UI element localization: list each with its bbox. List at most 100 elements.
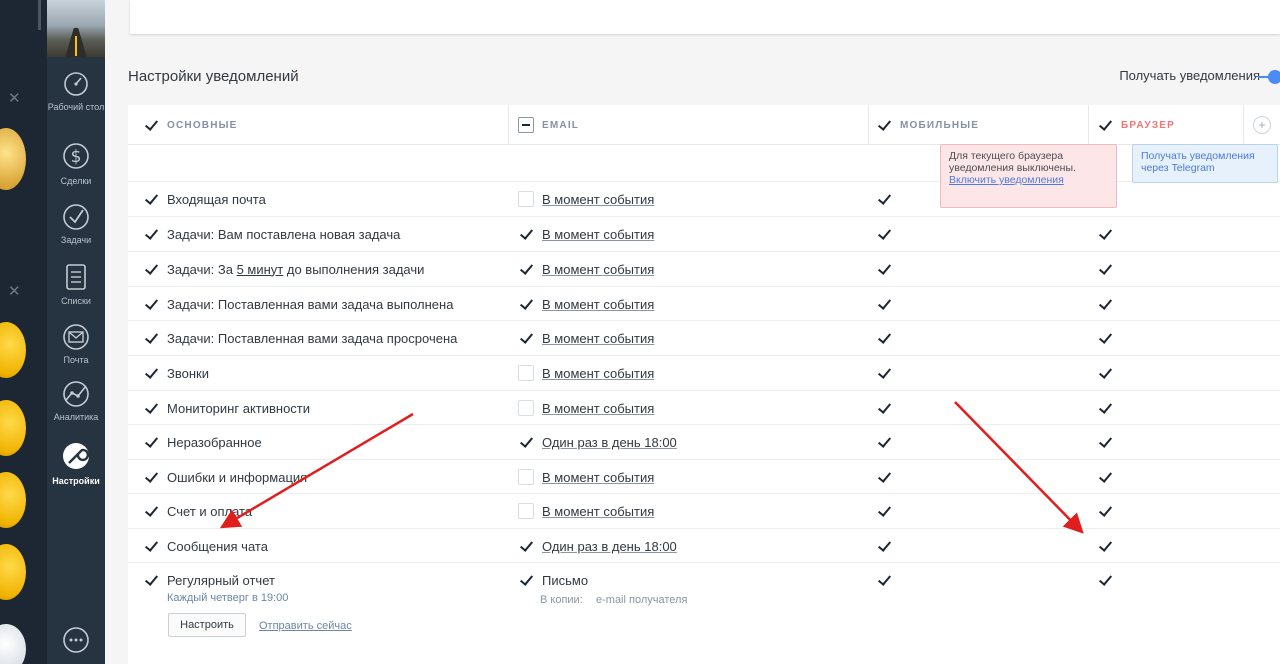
mobile-checkbox[interactable] bbox=[876, 503, 892, 519]
email-checkbox[interactable] bbox=[518, 434, 534, 450]
email-checkbox[interactable] bbox=[518, 261, 534, 277]
email-checkbox[interactable] bbox=[518, 365, 534, 381]
section-title: Настройки уведомлений bbox=[128, 68, 299, 85]
chat-strip: ✕ ✕ bbox=[0, 0, 47, 664]
nav-tasks-label: Задачи bbox=[60, 235, 92, 245]
email-checkbox[interactable] bbox=[518, 503, 534, 519]
mobile-checkbox[interactable] bbox=[876, 296, 892, 312]
nav-mail[interactable]: Почта bbox=[47, 323, 105, 366]
table-row: Регулярный отчет Письмо bbox=[128, 562, 1280, 664]
nav-tasks[interactable]: Задачи bbox=[47, 203, 105, 246]
email-frequency-link[interactable]: В момент события bbox=[542, 297, 654, 312]
browser-checkbox[interactable] bbox=[1097, 434, 1113, 450]
mobile-checkbox[interactable] bbox=[876, 400, 892, 416]
email-frequency-link[interactable]: Один раз в день 18:00 bbox=[542, 539, 677, 554]
browser-checkbox[interactable] bbox=[1097, 330, 1113, 346]
browser-notifications-tooltip: Для текущего браузера уведомления выключ… bbox=[940, 144, 1117, 208]
browser-checkbox[interactable] bbox=[1097, 538, 1113, 554]
email-checkbox[interactable] bbox=[518, 538, 534, 554]
column-main[interactable]: ОСНОВНЫЕ bbox=[143, 105, 238, 145]
nav-settings[interactable]: Настройки bbox=[47, 440, 105, 487]
main-checkbox[interactable] bbox=[143, 365, 159, 381]
email-frequency-link[interactable]: В момент события bbox=[542, 401, 654, 416]
minutes-link[interactable]: 5 минут bbox=[237, 262, 284, 277]
email-checkbox[interactable] bbox=[518, 226, 534, 242]
email-checkbox[interactable] bbox=[518, 330, 534, 346]
email-checkbox[interactable] bbox=[518, 469, 534, 485]
email-checkbox[interactable] bbox=[518, 400, 534, 416]
mobile-checkbox[interactable] bbox=[876, 191, 892, 207]
mobile-all-checkbox[interactable] bbox=[876, 117, 892, 133]
email-frequency-link[interactable]: Один раз в день 18:00 bbox=[542, 435, 677, 450]
mobile-checkbox[interactable] bbox=[876, 365, 892, 381]
mobile-checkbox[interactable] bbox=[876, 330, 892, 346]
avatar[interactable] bbox=[0, 128, 26, 190]
browser-checkbox[interactable] bbox=[1097, 572, 1113, 588]
mobile-checkbox[interactable] bbox=[876, 538, 892, 554]
sticker-image[interactable] bbox=[0, 472, 26, 528]
close-icon[interactable]: ✕ bbox=[8, 282, 21, 300]
nav-dashboard[interactable]: Рабочий стол bbox=[47, 70, 105, 113]
mobile-checkbox[interactable] bbox=[876, 469, 892, 485]
column-browser[interactable]: БРАУЗЕР bbox=[1097, 105, 1175, 145]
main-checkbox[interactable] bbox=[143, 503, 159, 519]
email-frequency-link[interactable]: В момент события bbox=[542, 192, 654, 207]
mobile-checkbox[interactable] bbox=[876, 434, 892, 450]
column-email[interactable]: EMAIL bbox=[518, 105, 579, 145]
email-frequency-link[interactable]: В момент события bbox=[542, 227, 654, 242]
sticker-image[interactable] bbox=[0, 400, 26, 456]
email-frequency-link[interactable]: В момент события bbox=[542, 504, 654, 519]
main-all-checkbox[interactable] bbox=[143, 117, 159, 133]
browser-checkbox[interactable] bbox=[1097, 469, 1113, 485]
main-checkbox[interactable] bbox=[143, 434, 159, 450]
main-checkbox[interactable] bbox=[143, 400, 159, 416]
email-frequency-link[interactable]: В момент события bbox=[542, 262, 654, 277]
main-checkbox[interactable] bbox=[143, 226, 159, 242]
user-avatar[interactable] bbox=[47, 0, 105, 57]
browser-checkbox[interactable] bbox=[1097, 296, 1113, 312]
copy-recipient-input[interactable]: e-mail получателя bbox=[596, 594, 687, 606]
scrollbar[interactable] bbox=[38, 0, 41, 30]
main-checkbox[interactable] bbox=[143, 330, 159, 346]
row-label: Задачи: Вам поставлена новая задача bbox=[167, 226, 401, 242]
email-frequency-link[interactable]: В момент события bbox=[542, 470, 654, 485]
nav-lists[interactable]: Списки bbox=[47, 262, 105, 307]
close-icon[interactable]: ✕ bbox=[8, 89, 21, 107]
add-channel-button[interactable]: + bbox=[1253, 116, 1271, 134]
sticker-image[interactable] bbox=[0, 322, 26, 378]
receive-notifications-toggle[interactable] bbox=[1258, 70, 1280, 84]
configure-button[interactable]: Настроить bbox=[168, 613, 246, 637]
sticker-image[interactable] bbox=[0, 624, 26, 664]
email-checkbox[interactable] bbox=[518, 572, 534, 588]
send-now-link[interactable]: Отправить сейчас bbox=[259, 620, 352, 632]
main-checkbox[interactable] bbox=[143, 538, 159, 554]
main-checkbox[interactable] bbox=[143, 296, 159, 312]
main-checkbox[interactable] bbox=[143, 469, 159, 485]
browser-checkbox[interactable] bbox=[1097, 261, 1113, 277]
email-frequency-link[interactable]: В момент события bbox=[542, 331, 654, 346]
main-checkbox[interactable] bbox=[143, 191, 159, 207]
browser-checkbox[interactable] bbox=[1097, 503, 1113, 519]
svg-text:$: $ bbox=[71, 147, 82, 167]
sticker-image[interactable] bbox=[0, 544, 26, 600]
email-all-checkbox[interactable] bbox=[518, 117, 534, 133]
mobile-checkbox[interactable] bbox=[876, 261, 892, 277]
column-main-label: ОСНОВНЫЕ bbox=[167, 119, 238, 131]
main-checkbox[interactable] bbox=[143, 572, 159, 588]
column-mobile[interactable]: МОБИЛЬНЫЕ bbox=[876, 105, 979, 145]
email-checkbox[interactable] bbox=[518, 296, 534, 312]
browser-checkbox[interactable] bbox=[1097, 226, 1113, 242]
browser-all-checkbox[interactable] bbox=[1097, 117, 1113, 133]
browser-checkbox[interactable] bbox=[1097, 365, 1113, 381]
report-schedule[interactable]: Каждый четверг в 19:00 bbox=[167, 592, 288, 604]
browser-checkbox[interactable] bbox=[1097, 400, 1113, 416]
nav-analytics[interactable]: Аналитика bbox=[47, 380, 105, 423]
nav-deals[interactable]: $ Сделки bbox=[47, 140, 105, 187]
mobile-checkbox[interactable] bbox=[876, 572, 892, 588]
mobile-checkbox[interactable] bbox=[876, 226, 892, 242]
email-checkbox[interactable] bbox=[518, 191, 534, 207]
nav-chat[interactable] bbox=[47, 626, 105, 658]
enable-notifications-link[interactable]: Включить уведомления bbox=[949, 174, 1064, 186]
email-frequency-link[interactable]: В момент события bbox=[542, 366, 654, 381]
main-checkbox[interactable] bbox=[143, 261, 159, 277]
